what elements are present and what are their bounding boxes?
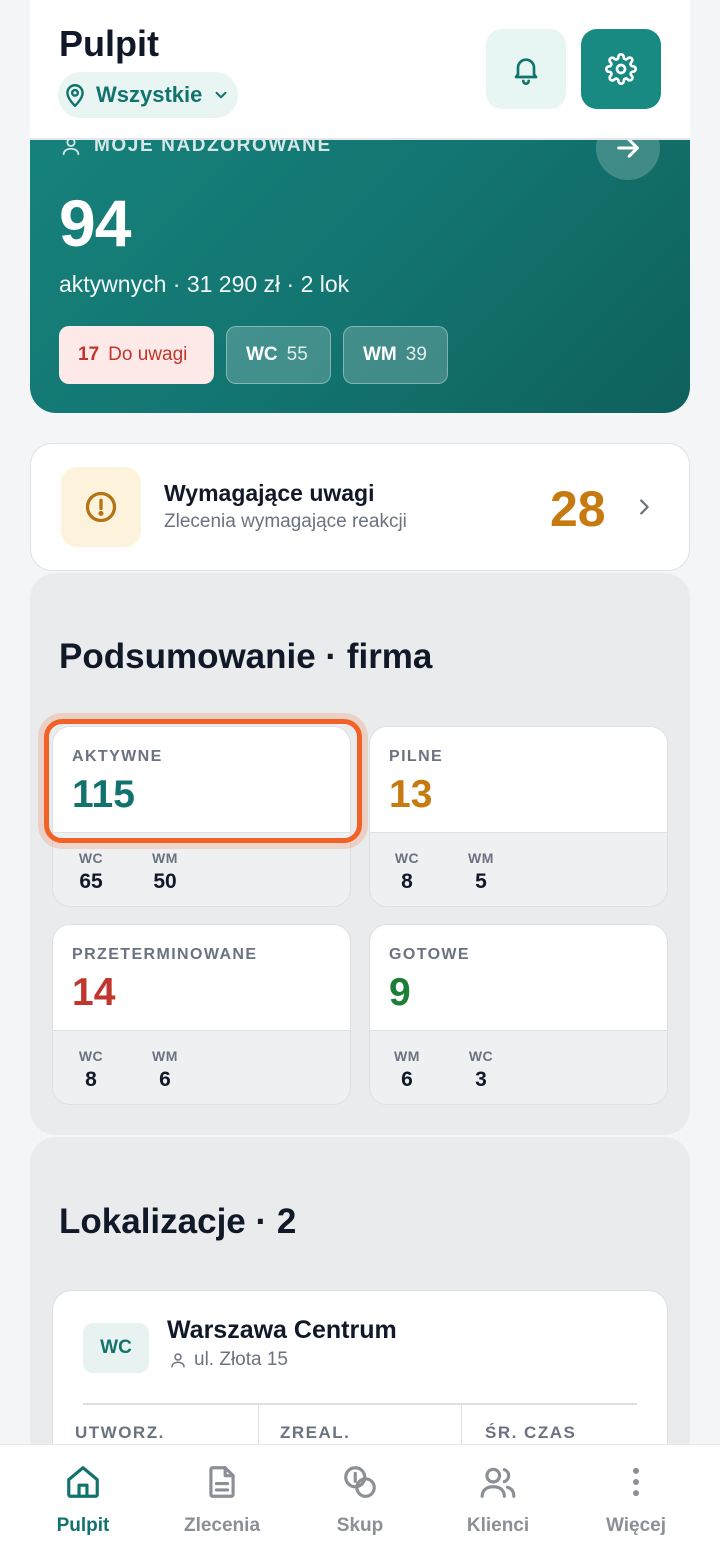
stat-sub-item: WM 50 <box>135 850 195 894</box>
chevron-down-icon <box>215 91 227 99</box>
stat-sub-item: WC 65 <box>61 850 121 894</box>
location-stat-label: UTWORZ. <box>75 1423 165 1442</box>
stat-card-active-top: AKTYWNE 115 <box>53 727 350 833</box>
attention-chip[interactable]: 17 Do uwagi <box>59 326 214 384</box>
attention-chip-label: Do uwagi <box>108 344 188 365</box>
chevron-right-icon <box>640 499 649 515</box>
nav-item-zlecenia[interactable]: Zlecenia <box>162 1463 282 1537</box>
wc-chip-count: 55 <box>286 344 308 365</box>
nav-item-skup[interactable]: Skup <box>300 1463 420 1537</box>
gear-icon <box>605 53 637 85</box>
stat-value: 115 <box>72 773 135 816</box>
stat-card-ready-top: GOTOWE 9 <box>370 925 667 1031</box>
stat-value: 9 <box>389 971 411 1014</box>
stat-sub-item: WC 3 <box>451 1048 511 1092</box>
locations-section: Lokalizacje · 2 WC Warszawa Centrum ul. … <box>30 1137 690 1490</box>
stat-sub-value: 6 <box>401 1068 413 1091</box>
stat-card-ready[interactable]: GOTOWE 9 WM 6 WC 3 <box>369 924 668 1105</box>
stat-sub-value: 6 <box>159 1068 171 1091</box>
nav-label: Zlecenia <box>183 1515 261 1536</box>
wm-chip-code: WM <box>363 344 397 365</box>
notifications-button[interactable] <box>486 29 566 109</box>
nav-label: Klienci <box>466 1515 530 1536</box>
nav-item-wiecej[interactable]: Więcej <box>576 1463 696 1537</box>
stat-sub-item: WC 8 <box>377 850 437 894</box>
coins-icon <box>344 1466 376 1498</box>
top-header: Pulpit Wszystkie <box>30 0 690 140</box>
nav-item-pulpit[interactable]: Pulpit <box>23 1463 143 1537</box>
supervised-count: 94 <box>59 186 131 260</box>
map-pin-icon <box>66 84 84 108</box>
settings-button[interactable] <box>581 29 661 109</box>
stat-sub-key: WM <box>152 1048 178 1064</box>
bell-icon <box>514 58 538 85</box>
document-icon <box>209 1466 235 1498</box>
attention-subtitle: Zlecenia wymagające reakcji <box>164 511 407 532</box>
nav-label: Skup <box>336 1515 384 1536</box>
wc-chip[interactable]: WC 55 <box>226 326 331 384</box>
stat-label: PILNE <box>389 748 444 765</box>
location-name: Warszawa Centrum <box>167 1316 397 1344</box>
location-select-value: Wszystkie <box>96 82 203 107</box>
stat-sub-item: WM 6 <box>377 1048 437 1092</box>
stat-sub-value: 5 <box>475 870 487 893</box>
location-stat-label: ŚR. CZAS <box>485 1423 577 1442</box>
stat-card-urgent-top: PILNE 13 <box>370 727 667 833</box>
stat-sub-value: 8 <box>401 870 413 893</box>
attention-chip-count: 17 <box>78 344 100 365</box>
location-stat-label: ZREAL. <box>280 1423 351 1442</box>
stat-value: 13 <box>389 773 433 816</box>
page-title: Pulpit <box>59 23 159 64</box>
location-address: ul. Złota 15 <box>169 1349 288 1371</box>
stat-sub-key: WM <box>394 1048 420 1064</box>
nav-item-klienci[interactable]: Klienci <box>438 1463 558 1537</box>
summary-title: Podsumowanie · firma <box>59 637 433 676</box>
stat-sub-key: WM <box>152 850 178 866</box>
wm-chip[interactable]: WM 39 <box>343 326 448 384</box>
stat-card-overdue-top: PRZETERMINOWANE 14 <box>53 925 350 1031</box>
location-code-badge: WC <box>83 1323 149 1373</box>
needs-attention-card[interactable]: Wymagające uwagi Zlecenia wymagające rea… <box>30 443 690 571</box>
stat-sub-item: WC 8 <box>61 1048 121 1092</box>
stat-sub-value: 3 <box>475 1068 487 1091</box>
stat-card-overdue[interactable]: PRZETERMINOWANE 14 WC 8 WM 6 <box>52 924 351 1105</box>
stat-label: GOTOWE <box>389 946 470 963</box>
wm-chip-count: 39 <box>405 344 427 365</box>
stat-sub-value: 8 <box>85 1068 97 1091</box>
locations-title: Lokalizacje · 2 <box>59 1202 297 1241</box>
attention-count: 28 <box>550 481 606 537</box>
stat-sub-key: WC <box>468 1048 494 1064</box>
more-vertical-icon <box>632 1467 640 1497</box>
summary-section: Podsumowanie · firma AKTYWNE 115 WC 65 WM… <box>30 573 690 1135</box>
nav-label: Pulpit <box>56 1515 110 1536</box>
home-icon <box>67 1466 99 1498</box>
stat-label: PRZETERMINOWANE <box>72 946 258 963</box>
stat-sub-key: WC <box>394 850 420 866</box>
stat-sub-value: 65 <box>79 870 103 893</box>
nav-label: Więcej <box>605 1515 667 1536</box>
stat-sub-item: WM 5 <box>451 850 511 894</box>
stat-label: AKTYWNE <box>72 748 163 765</box>
stat-sub-key: WM <box>468 850 494 866</box>
user-icon <box>171 1353 185 1368</box>
supervised-subtitle: aktywnych · 31 290 zł · 2 lok <box>59 271 350 297</box>
bottom-navigation: Pulpit Zlecenia Skup Klienci Więcej <box>0 1444 720 1561</box>
stat-sub-value: 50 <box>153 870 177 893</box>
location-select[interactable]: Wszystkie <box>58 72 238 118</box>
stat-sub-key: WC <box>78 1048 104 1064</box>
stat-sub-key: WC <box>78 850 104 866</box>
stat-card-active[interactable]: AKTYWNE 115 WC 65 WM 50 <box>52 726 351 907</box>
attention-icon-box <box>61 467 141 547</box>
stat-card-urgent[interactable]: PILNE 13 WC 8 WM 5 <box>369 726 668 907</box>
stat-sub-item: WM 6 <box>135 1048 195 1092</box>
location-address-text: ul. Złota 15 <box>194 1349 288 1370</box>
stat-value: 14 <box>72 971 116 1014</box>
attention-title: Wymagające uwagi <box>164 480 375 506</box>
wc-chip-code: WC <box>246 344 278 365</box>
alert-circle-icon <box>85 491 117 523</box>
users-icon <box>480 1467 516 1498</box>
